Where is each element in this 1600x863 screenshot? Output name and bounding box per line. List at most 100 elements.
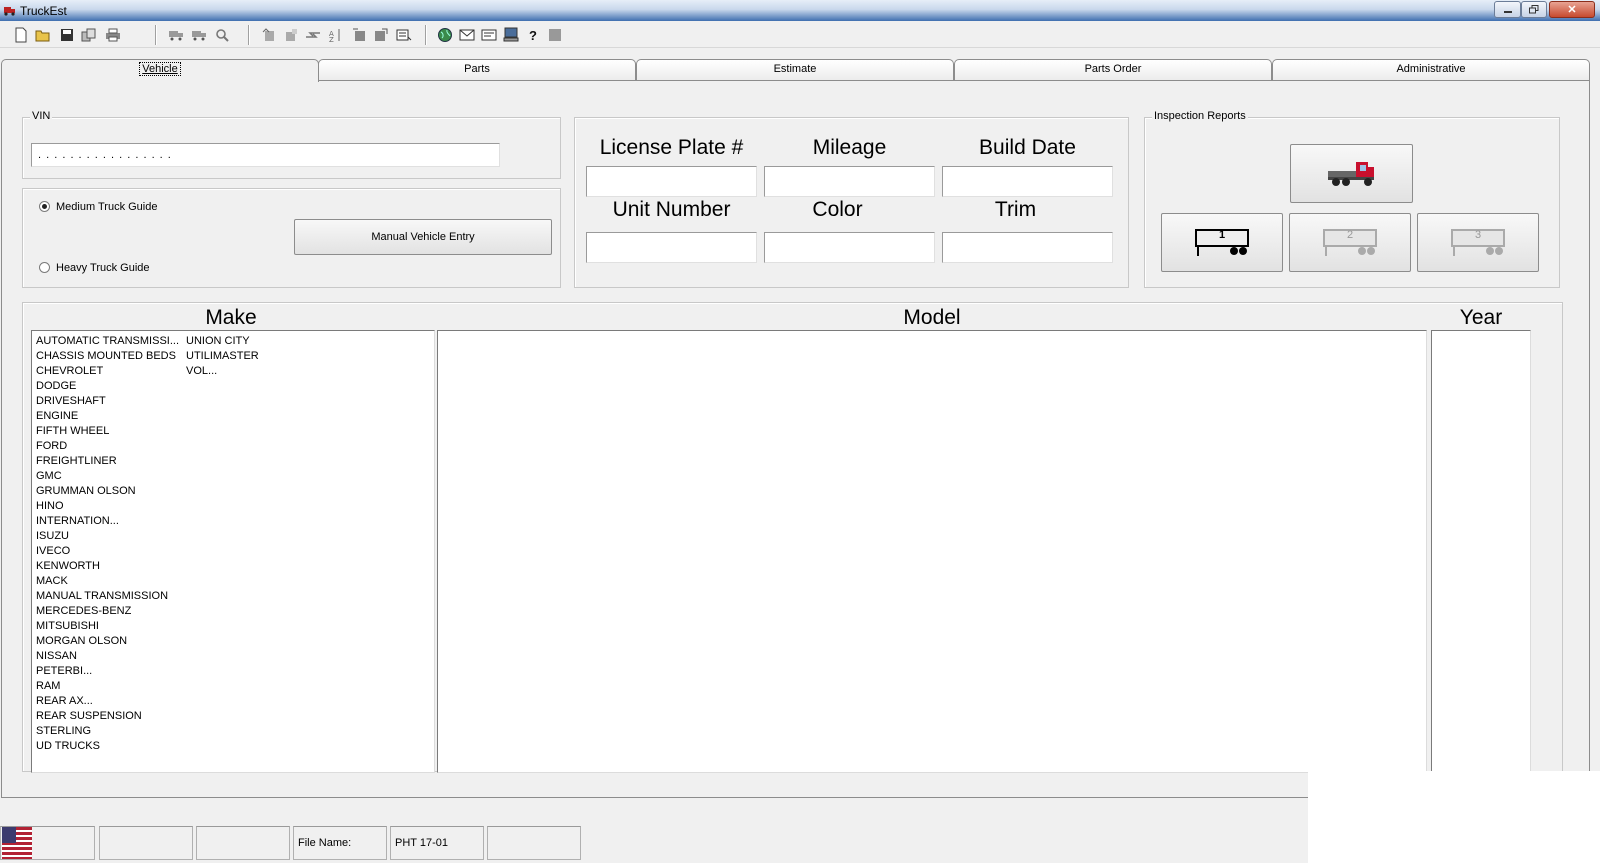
print-icon[interactable] xyxy=(104,26,122,44)
save-icon[interactable] xyxy=(58,26,76,44)
make-list-item[interactable]: DODGE xyxy=(36,380,76,392)
tab-estimate[interactable]: Estimate xyxy=(636,59,954,80)
make-list-item[interactable]: AUTOMATIC TRANSMISSI... xyxy=(36,335,179,347)
toolbar: AZ ? xyxy=(0,22,1600,48)
vin-input[interactable]: . . . . . . . . . . . . . . . . . xyxy=(31,143,500,167)
medium-truck-radio[interactable] xyxy=(39,201,50,212)
build-date-label: Build Date xyxy=(979,136,1076,159)
tab-parts-label: Parts xyxy=(464,63,490,75)
trim-label: Trim xyxy=(994,198,1037,221)
make-list-item[interactable]: FORD xyxy=(36,440,67,452)
help-icon[interactable]: ? xyxy=(524,26,542,44)
truck-inspection-button[interactable] xyxy=(1290,144,1413,203)
trailer-1-number: 1 xyxy=(1219,229,1226,241)
status-panel-file-label: File Name: xyxy=(293,826,387,860)
sort-icon[interactable]: AZ xyxy=(327,26,345,44)
globe-icon[interactable] xyxy=(436,26,454,44)
open-folder-icon[interactable] xyxy=(34,26,52,44)
make-list-item[interactable]: HINO xyxy=(36,500,64,512)
minimize-icon xyxy=(1503,10,1512,13)
trim-input[interactable] xyxy=(942,232,1113,263)
left-panel-icon[interactable] xyxy=(350,26,368,44)
make-list-item[interactable]: INTERNATION... xyxy=(36,515,119,527)
calculator-icon[interactable] xyxy=(395,26,413,44)
medium-truck-label: Medium Truck Guide xyxy=(56,201,158,213)
make-list-item[interactable]: GRUMMAN OLSON xyxy=(36,485,136,497)
truck-copy-icon[interactable] xyxy=(190,26,208,44)
make-list-item[interactable]: MERCEDES-BENZ xyxy=(36,605,131,617)
tab-administrative[interactable]: Administrative xyxy=(1272,59,1590,80)
svg-text:Z: Z xyxy=(329,36,334,42)
make-list-item[interactable]: ISUZU xyxy=(36,530,69,542)
model-label: Model xyxy=(903,306,961,329)
export-icon[interactable] xyxy=(260,26,278,44)
build-date-input[interactable] xyxy=(942,166,1113,197)
tab-parts-order[interactable]: Parts Order xyxy=(954,59,1272,80)
heavy-truck-radio[interactable] xyxy=(39,262,50,273)
make-list-item[interactable]: ENGINE xyxy=(36,410,78,422)
make-list-item[interactable]: REAR SUSPENSION xyxy=(36,710,142,722)
make-list[interactable]: AUTOMATIC TRANSMISSI... CHASSIS MOUNTED B… xyxy=(31,330,435,773)
tab-vehicle[interactable]: Vehicle xyxy=(1,59,319,82)
manual-vehicle-entry-button[interactable]: Manual Vehicle Entry xyxy=(294,219,552,255)
status-panel-3 xyxy=(196,826,290,860)
us-flag-icon xyxy=(2,827,32,859)
minimize-button[interactable] xyxy=(1494,1,1521,18)
make-list-item[interactable]: NISSAN xyxy=(36,650,77,662)
new-doc-icon[interactable] xyxy=(12,26,30,44)
model-list[interactable] xyxy=(437,330,1427,773)
year-list[interactable] xyxy=(1431,330,1531,773)
copy-icon[interactable] xyxy=(80,26,98,44)
red-truck-icon xyxy=(1327,161,1374,186)
import-icon[interactable] xyxy=(282,26,300,44)
make-list-item[interactable]: KENWORTH xyxy=(36,560,100,572)
color-input[interactable] xyxy=(764,232,935,263)
make-list-item[interactable]: MANUAL TRANSMISSION xyxy=(36,590,168,602)
title-bar: TruckEst ✕ xyxy=(0,0,1600,21)
truck-icon[interactable] xyxy=(167,26,185,44)
transfer-icon[interactable] xyxy=(304,26,322,44)
unit-number-input[interactable] xyxy=(586,232,757,263)
make-list-item[interactable]: IVECO xyxy=(36,545,70,557)
stop-icon[interactable] xyxy=(546,26,564,44)
license-plate-input[interactable] xyxy=(586,166,757,197)
make-list-item[interactable]: MITSUBISHI xyxy=(36,620,99,632)
make-list-item[interactable]: STERLING xyxy=(36,725,91,737)
tab-vehicle-label: Vehicle xyxy=(139,62,181,76)
toolbar-separator xyxy=(155,25,157,45)
color-label: Color xyxy=(812,198,863,221)
status-panel-2 xyxy=(99,826,193,860)
mileage-input[interactable] xyxy=(764,166,935,197)
tab-parts-order-label: Parts Order xyxy=(1084,63,1142,75)
status-panel-flag xyxy=(0,826,95,860)
make-list-item[interactable]: UD TRUCKS xyxy=(36,740,100,752)
make-list-item[interactable]: REAR AX... xyxy=(36,695,93,707)
vehicle-details-group: License Plate # Mileage Build Date Unit … xyxy=(574,117,1129,288)
trailer-2-button[interactable]: 2 xyxy=(1289,213,1411,272)
right-panel-icon[interactable] xyxy=(372,26,390,44)
card-icon[interactable] xyxy=(480,26,498,44)
window-title: TruckEst xyxy=(20,4,67,18)
close-button[interactable]: ✕ xyxy=(1549,1,1595,18)
make-list-item[interactable]: CHASSIS MOUNTED BEDS xyxy=(36,350,176,362)
make-list-item[interactable]: MACK xyxy=(36,575,68,587)
make-list-item[interactable]: RAM xyxy=(36,680,60,692)
tab-parts[interactable]: Parts xyxy=(318,59,636,80)
make-list-item[interactable]: GMC xyxy=(36,470,62,482)
make-list-item[interactable]: DRIVESHAFT xyxy=(36,395,106,407)
make-list-item[interactable]: PETERBI... xyxy=(36,665,92,677)
make-list-item[interactable]: UNION CITY xyxy=(186,335,250,347)
make-list-item[interactable]: VOL... xyxy=(186,365,217,377)
make-list-item[interactable]: MORGAN OLSON xyxy=(36,635,127,647)
make-list-item[interactable]: FREIGHTLINER xyxy=(36,455,117,467)
trailer-3-button[interactable]: 3 xyxy=(1417,213,1539,272)
make-list-item[interactable]: UTILIMASTER xyxy=(186,350,259,362)
zoom-icon[interactable] xyxy=(213,26,231,44)
restore-button[interactable] xyxy=(1521,1,1547,18)
mail-icon[interactable] xyxy=(458,26,476,44)
trailer-1-button[interactable]: 1 xyxy=(1161,213,1283,272)
guide-group: Medium Truck Guide Heavy Truck Guide Man… xyxy=(22,188,561,288)
computer-icon[interactable] xyxy=(502,26,520,44)
make-list-item[interactable]: CHEVROLET xyxy=(36,365,103,377)
make-list-item[interactable]: FIFTH WHEEL xyxy=(36,425,109,437)
